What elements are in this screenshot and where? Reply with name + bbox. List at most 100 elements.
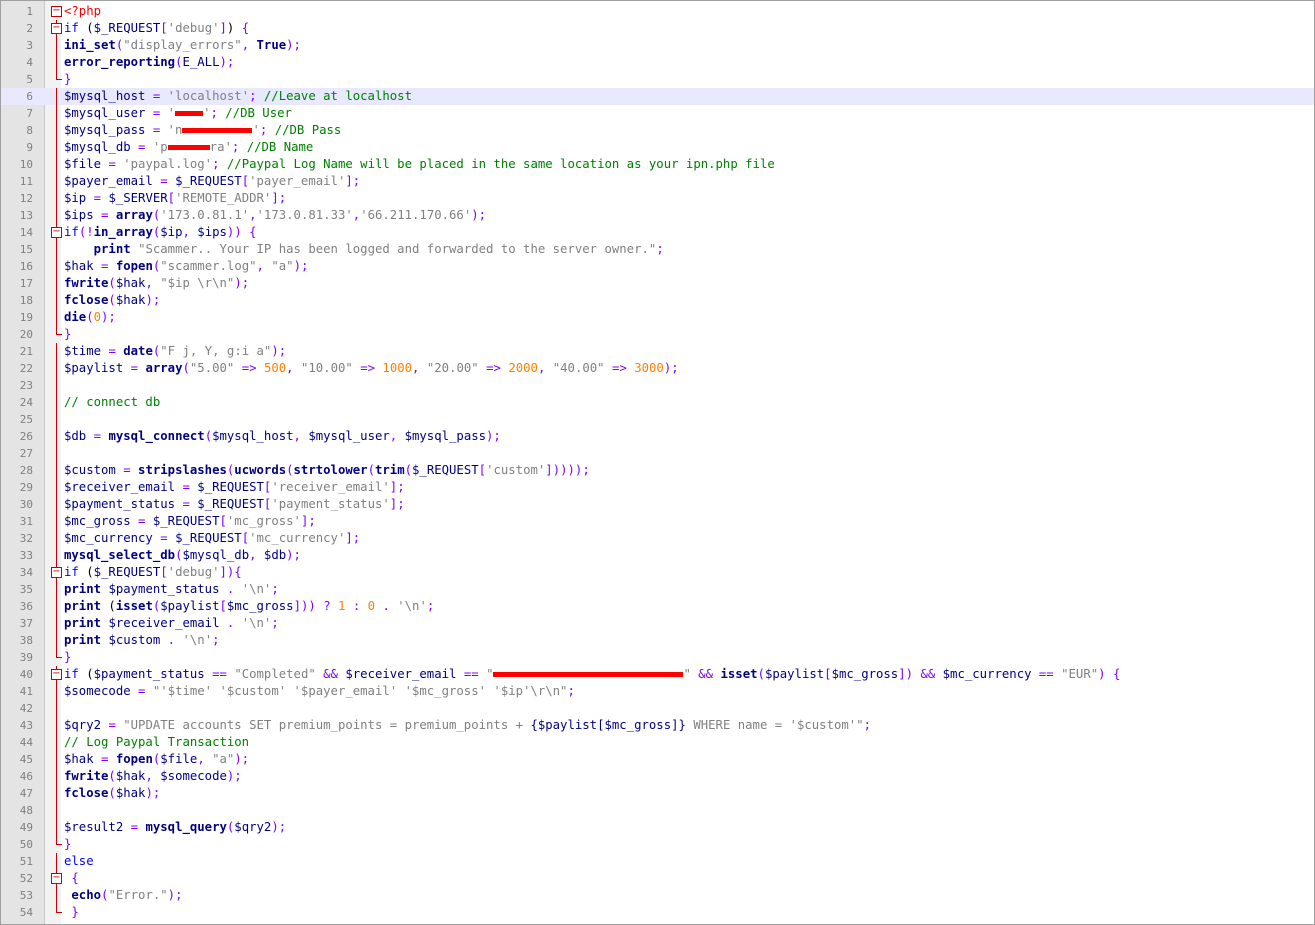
code-line[interactable]: 49 $result2 = mysql_query($qry2); — [1, 819, 1314, 836]
fold-toggle-icon[interactable] — [51, 224, 63, 241]
code-token: <?php — [64, 4, 102, 18]
code-token: && — [698, 667, 714, 681]
code-line[interactable]: 28 $custom = stripslashes(ucwords(strtolo… — [1, 462, 1314, 479]
code-line[interactable]: 1 <?php — [1, 3, 1314, 20]
code-line[interactable]: 42 — [1, 700, 1314, 717]
code-token: //DB Name — [246, 140, 314, 154]
code-line[interactable]: 33 mysql_select_db($mysql_db, $db); — [1, 547, 1314, 564]
code-line[interactable]: 19 die(0); — [1, 309, 1314, 326]
code-token: $custom — [64, 463, 116, 477]
code-line[interactable]: 9 $mysql_db = 'p ra'; //DB Name — [1, 139, 1314, 156]
line-number: 19 — [19, 311, 33, 324]
code-token: print — [93, 242, 131, 256]
code-line[interactable]: 8 $mysql_pass = 'n '; //DB Pass — [1, 122, 1314, 139]
code-line[interactable]: 30 $payment_status = $_REQUEST['payment_s… — [1, 496, 1314, 513]
code-line[interactable]: 36 print (isset($paylist[$mc_gross])) ? 1… — [1, 598, 1314, 615]
code-token: ) — [226, 21, 242, 35]
code-line[interactable]: 20} — [1, 326, 1314, 343]
code-line[interactable]: 2 if ($_REQUEST['debug']) { — [1, 20, 1314, 37]
line-number: 43 — [19, 719, 33, 732]
code-line[interactable]: 21 $time = date("F j, Y, g:i a"); — [1, 343, 1314, 360]
code-line[interactable]: 46 fwrite($hak, $somecode); — [1, 768, 1314, 785]
code-line[interactable]: 41 $somecode = "'$time' '$custom' '$payer… — [1, 683, 1314, 700]
code-line[interactable]: 25 — [1, 411, 1314, 428]
code-line[interactable]: 35 print $payment_status . '\n'; — [1, 581, 1314, 598]
code-line[interactable]: 52 { — [1, 870, 1314, 887]
code-line[interactable]: 15 print "Scammer.. Your IP has been log… — [1, 241, 1314, 258]
code-line[interactable]: 47 fclose($hak); — [1, 785, 1314, 802]
code-line[interactable]: 5} — [1, 71, 1314, 88]
line-number: 8 — [26, 124, 33, 137]
code-line[interactable]: 12 $ip = $_SERVER['REMOTE_ADDR']; — [1, 190, 1314, 207]
code-token: $qry2 — [64, 718, 102, 732]
code-token: '66.211.170.66' — [360, 208, 472, 222]
code-line[interactable]: 53 echo("Error."); — [1, 887, 1314, 904]
fold-toggle-icon[interactable] — [51, 870, 63, 887]
code-line[interactable]: 43 $qry2 = "UPDATE accounts SET premium_p… — [1, 717, 1314, 734]
code-line[interactable]: 34 if ($_REQUEST['debug']){ — [1, 564, 1314, 581]
code-line[interactable]: 39} — [1, 649, 1314, 666]
code-line[interactable]: 27 — [1, 445, 1314, 462]
fold-guide — [51, 292, 63, 309]
code-line[interactable]: 50} — [1, 836, 1314, 853]
code-line[interactable]: 4 error_reporting(E_ALL); — [1, 54, 1314, 71]
code-token: "a" — [212, 752, 235, 766]
code-token: $paylist — [64, 361, 124, 375]
code-line[interactable]: 3 ini_set("display_errors", True); — [1, 37, 1314, 54]
code-line[interactable]: 17 fwrite($hak, "$ip \r\n"); — [1, 275, 1314, 292]
code-token: } — [64, 837, 72, 851]
code-token: , — [256, 259, 264, 273]
code-token: ( — [108, 276, 116, 290]
code-token: ); — [471, 208, 487, 222]
fold-toggle-icon[interactable] — [51, 666, 63, 683]
code-line[interactable]: 7 $mysql_user = ' '; //DB User — [1, 105, 1314, 122]
code-line[interactable]: 40 if ($payment_status == "Completed" && … — [1, 666, 1314, 683]
code-line[interactable]: 10 $file = 'paypal.log'; //Paypal Log Nam… — [1, 156, 1314, 173]
fold-guide — [51, 37, 63, 54]
code-line[interactable]: 29 $receiver_email = $_REQUEST['receiver_… — [1, 479, 1314, 496]
code-token: strtolower — [293, 463, 368, 477]
code-line[interactable]: 14 if(!in_array($ip, $ips)) { — [1, 224, 1314, 241]
code-line[interactable]: 16 $hak = fopen("scammer.log", "a"); — [1, 258, 1314, 275]
code-line[interactable]: 24 // connect db — [1, 394, 1314, 411]
fold-toggle-icon[interactable] — [51, 20, 63, 37]
code-line[interactable]: 48 — [1, 802, 1314, 819]
code-line[interactable]: 23 — [1, 377, 1314, 394]
code-token: , — [241, 38, 250, 52]
code-line[interactable]: 44 // Log Paypal Transaction — [1, 734, 1314, 751]
code-token: $_REQUEST — [93, 21, 161, 35]
code-token: ( — [757, 667, 765, 681]
code-token: ); — [234, 276, 250, 290]
code-token: = — [182, 480, 190, 494]
code-token: "UPDATE accounts SET premium_points = pr… — [123, 718, 531, 732]
code-line[interactable]: 26 $db = mysql_connect($mysql_host, $mysq… — [1, 428, 1314, 445]
code-line[interactable]: 11 $payer_email = $_REQUEST['payer_email'… — [1, 173, 1314, 190]
fold-toggle-icon[interactable] — [51, 3, 63, 20]
code-line[interactable]: 38 print $custom . '\n'; — [1, 632, 1314, 649]
code-line[interactable]: 45 $hak = fopen($file, "a"); — [1, 751, 1314, 768]
code-token: $_REQUEST — [197, 497, 264, 511]
fold-guide — [51, 122, 63, 139]
code-lines[interactable]: 1<?php2if ($_REQUEST['debug']) {3ini_set… — [1, 3, 1314, 921]
code-token: if — [64, 667, 79, 681]
code-line[interactable]: 22 $paylist = array("5.00" => 500, "10.00… — [1, 360, 1314, 377]
code-token: //DB Pass — [274, 123, 342, 137]
code-text: $receiver_email = $_REQUEST['receiver_em… — [64, 479, 405, 496]
code-line[interactable]: 54 } — [1, 904, 1314, 921]
code-token: $mysql_pass — [404, 429, 487, 443]
fold-toggle-icon[interactable] — [51, 564, 63, 581]
fold-guide — [51, 887, 63, 904]
code-line[interactable]: 13 $ips = array('173.0.81.1','173.0.81.33… — [1, 207, 1314, 224]
code-line[interactable]: 32 $mc_currency = $_REQUEST['mc_currency'… — [1, 530, 1314, 547]
code-line[interactable]: 51 else — [1, 853, 1314, 870]
code-editor[interactable]: 1<?php2if ($_REQUEST['debug']) {3ini_set… — [0, 0, 1315, 925]
code-line[interactable]: 6 $mysql_host = 'localhost'; //Leave at l… — [1, 88, 1314, 105]
code-line[interactable]: 31 $mc_gross = $_REQUEST['mc_gross']; — [1, 513, 1314, 530]
code-line[interactable]: 18 fclose($hak); — [1, 292, 1314, 309]
code-line[interactable]: 37 print $receiver_email . '\n'; — [1, 615, 1314, 632]
